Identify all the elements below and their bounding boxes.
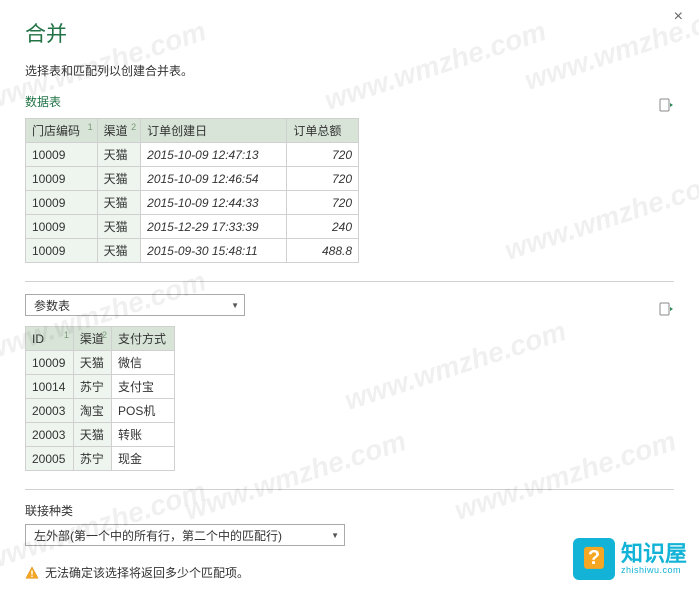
dialog-title: 合并 bbox=[25, 18, 674, 48]
col-order-total[interactable]: 订单总额 bbox=[287, 119, 359, 143]
table-row: 10009天猫2015-10-09 12:47:13720 bbox=[26, 143, 359, 167]
refresh-icon[interactable] bbox=[658, 97, 674, 113]
source-table-dropdown[interactable]: 参数表 ▼ bbox=[25, 294, 245, 316]
chevron-down-icon: ▼ bbox=[331, 531, 339, 540]
logo-main-text: 知识屋 bbox=[621, 543, 687, 565]
join-kind-label: 联接种类 bbox=[25, 502, 674, 519]
section-label-data-table: 数据表 bbox=[25, 93, 61, 110]
dialog-subtitle: 选择表和匹配列以创建合并表。 bbox=[25, 62, 674, 79]
merge-dialog: 合并 选择表和匹配列以创建合并表。 数据表 门店编码1 渠道2 订单创建日 订单… bbox=[0, 0, 699, 601]
table-row: 20003淘宝POS机 bbox=[26, 399, 175, 423]
warning-icon bbox=[25, 566, 39, 580]
col-id[interactable]: ID1 bbox=[26, 327, 74, 351]
table-row: 10009天猫2015-10-09 12:46:54720 bbox=[26, 167, 359, 191]
table-row: 20003天猫转账 bbox=[26, 423, 175, 447]
logo-icon bbox=[573, 538, 615, 580]
table-row: 10009天猫2015-09-30 15:48:11488.8 bbox=[26, 239, 359, 263]
table-row: 10009天猫2015-10-09 12:44:33720 bbox=[26, 191, 359, 215]
col-channel2[interactable]: 渠道2 bbox=[73, 327, 111, 351]
refresh-icon[interactable] bbox=[658, 301, 674, 317]
warning-text: 无法确定该选择将返回多少个匹配项。 bbox=[45, 564, 249, 581]
table-row: 10009天猫2015-12-29 17:33:39240 bbox=[26, 215, 359, 239]
site-logo: 知识屋 zhishiwu.com bbox=[573, 538, 687, 580]
table-row: 20005苏宁现金 bbox=[26, 447, 175, 471]
table-row: 10009天猫微信 bbox=[26, 351, 175, 375]
join-kind-dropdown[interactable]: 左外部(第一个中的所有行，第二个中的匹配行) ▼ bbox=[25, 524, 345, 546]
logo-sub-text: zhishiwu.com bbox=[621, 565, 687, 575]
chevron-down-icon: ▼ bbox=[231, 301, 239, 310]
divider bbox=[25, 489, 674, 490]
data-table-1: 门店编码1 渠道2 订单创建日 订单总额 10009天猫2015-10-09 1… bbox=[25, 118, 359, 263]
table-row: 10014苏宁支付宝 bbox=[26, 375, 175, 399]
col-payment[interactable]: 支付方式 bbox=[112, 327, 175, 351]
col-store-code[interactable]: 门店编码1 bbox=[26, 119, 98, 143]
data-table-2: ID1 渠道2 支付方式 10009天猫微信 10014苏宁支付宝 20003淘… bbox=[25, 326, 175, 471]
divider bbox=[25, 281, 674, 282]
col-order-date[interactable]: 订单创建日 bbox=[141, 119, 287, 143]
col-channel[interactable]: 渠道2 bbox=[97, 119, 140, 143]
close-button[interactable]: × bbox=[674, 8, 683, 26]
